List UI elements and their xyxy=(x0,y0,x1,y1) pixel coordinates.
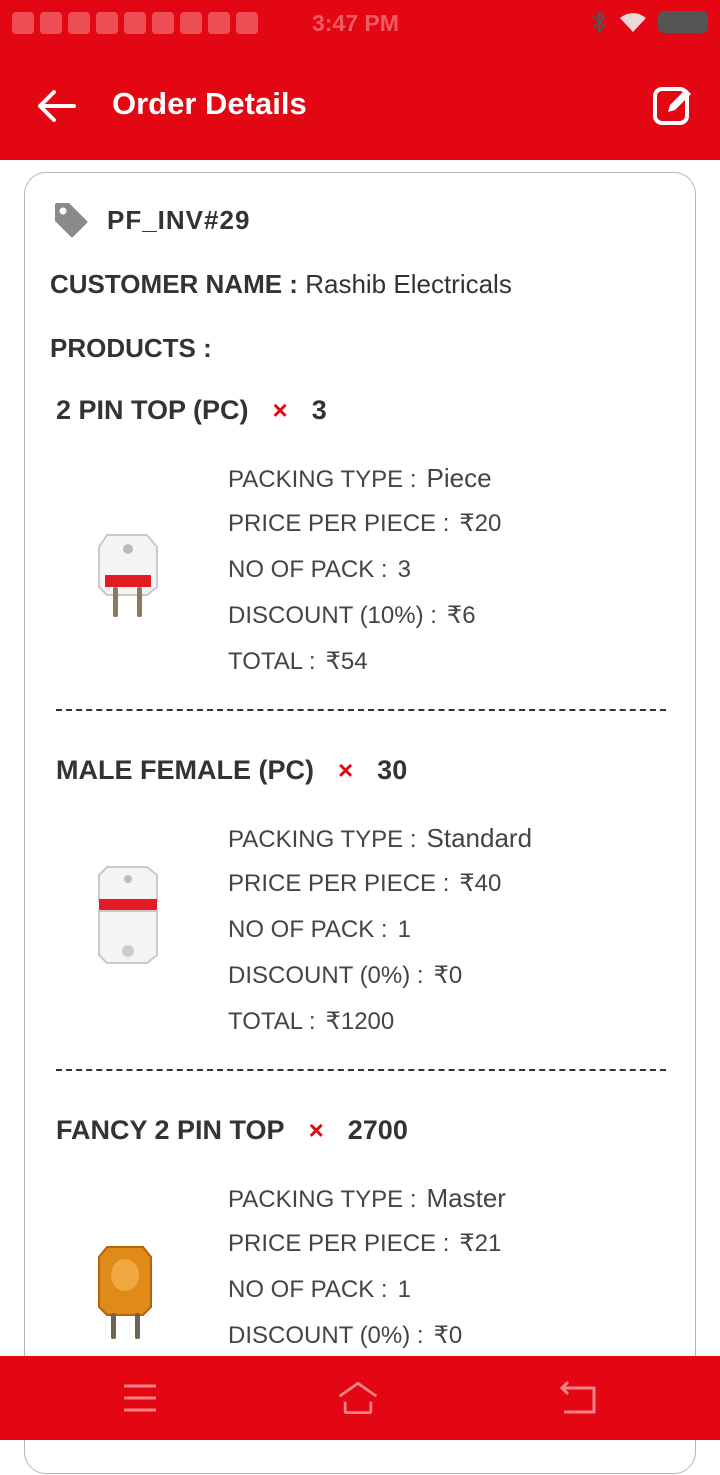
discount-row: DISCOUNT (0%) : ₹0 xyxy=(228,1313,506,1359)
packing-type-row: PACKING TYPE : Standard xyxy=(228,815,532,861)
product-quantity: 2700 xyxy=(347,1115,408,1145)
no-of-pack-row: NO OF PACK : 3 xyxy=(228,547,501,593)
packing-type-row: PACKING TYPE : Piece xyxy=(228,455,501,501)
product-header: FANCY 2 PIN TOP × 2700 xyxy=(56,1115,408,1146)
discount-value: ₹0 xyxy=(433,1322,463,1349)
product-details: PACKING TYPE : Piece PRICE PER PIECE : ₹20… xyxy=(228,455,501,685)
discount-value: ₹0 xyxy=(433,962,463,989)
packing-type-value: Piece xyxy=(426,463,492,493)
order-card: PF_INV#29 CUSTOMER NAME : Rashib Electri… xyxy=(24,172,696,1474)
discount-value: ₹6 xyxy=(446,602,476,629)
no-of-pack-row: NO OF PACK : 1 xyxy=(228,1267,506,1313)
no-of-pack-value: 1 xyxy=(397,1276,411,1303)
packing-type-value: Master xyxy=(426,1183,506,1213)
back-icon[interactable] xyxy=(556,1378,600,1418)
notification-icon xyxy=(236,12,258,34)
customer-label: CUSTOMER NAME : xyxy=(50,269,298,299)
product-name: 2 PIN TOP (PC) xyxy=(56,395,249,425)
customer-name: Rashib Electricals xyxy=(305,269,512,299)
product-header: MALE FEMALE (PC) × 30 xyxy=(56,755,407,786)
packing-type-label: PACKING TYPE : xyxy=(228,466,417,493)
product-quantity: 30 xyxy=(377,755,408,785)
no-of-pack-value: 1 xyxy=(397,916,411,943)
product-name: FANCY 2 PIN TOP xyxy=(56,1115,285,1145)
no-of-pack-label: NO OF PACK : xyxy=(228,1276,388,1303)
product-quantity: 3 xyxy=(311,395,327,425)
total-label: TOTAL : xyxy=(228,648,316,675)
price-row: PRICE PER PIECE : ₹21 xyxy=(228,1221,506,1267)
no-of-pack-value: 3 xyxy=(397,556,411,583)
product-image xyxy=(98,866,158,964)
app-bar: Order Details xyxy=(0,50,720,160)
bluetooth-icon xyxy=(592,10,606,34)
notification-icon xyxy=(96,12,118,34)
total-row: TOTAL : ₹1200 xyxy=(228,999,532,1045)
notification-icon xyxy=(40,12,62,34)
status-right xyxy=(590,10,708,34)
discount-label: DISCOUNT (0%) : xyxy=(228,962,424,989)
menu-icon[interactable] xyxy=(118,1378,162,1418)
notification-icon xyxy=(68,12,90,34)
products-label: PRODUCTS : xyxy=(50,333,212,363)
product-image xyxy=(98,1246,152,1339)
multiply-icon: × xyxy=(308,1115,324,1145)
divider xyxy=(56,709,666,711)
product-item: 2 PIN TOP (PC) × 3 PACKING TYPE : Piece P… xyxy=(25,395,695,755)
price-row: PRICE PER PIECE : ₹40 xyxy=(228,861,532,907)
notification-icons xyxy=(12,12,258,34)
multiply-icon: × xyxy=(272,395,288,425)
notification-icon xyxy=(12,12,34,34)
notification-icon xyxy=(208,12,230,34)
no-of-pack-label: NO OF PACK : xyxy=(228,916,388,943)
status-bar: 3:47 PM xyxy=(0,0,720,50)
multiply-icon: × xyxy=(337,755,354,785)
invoice-number: PF_INV#29 xyxy=(107,204,251,235)
notification-icon xyxy=(180,12,202,34)
customer-row: CUSTOMER NAME : Rashib Electricals xyxy=(50,269,512,300)
price-label: PRICE PER PIECE : xyxy=(228,870,450,897)
packing-type-label: PACKING TYPE : xyxy=(228,826,417,853)
packing-type-row: PACKING TYPE : Master xyxy=(228,1175,506,1221)
back-button[interactable] xyxy=(34,86,78,126)
discount-row: DISCOUNT (10%) : ₹6 xyxy=(228,593,501,639)
product-image xyxy=(98,534,158,617)
no-of-pack-row: NO OF PACK : 1 xyxy=(228,907,532,953)
product-name: MALE FEMALE (PC) xyxy=(56,755,314,785)
notification-icon xyxy=(152,12,174,34)
price-value: ₹21 xyxy=(459,1230,502,1257)
product-details: PACKING TYPE : Master PRICE PER PIECE : ₹2… xyxy=(228,1175,506,1359)
battery-icon xyxy=(658,11,708,33)
product-header: 2 PIN TOP (PC) × 3 xyxy=(56,395,327,426)
discount-row: DISCOUNT (0%) : ₹0 xyxy=(228,953,532,999)
total-row: TOTAL : ₹54 xyxy=(228,639,501,685)
home-icon[interactable] xyxy=(336,1378,380,1418)
edit-button[interactable] xyxy=(652,84,694,126)
price-row: PRICE PER PIECE : ₹20 xyxy=(228,501,501,547)
price-value: ₹40 xyxy=(459,870,502,897)
price-value: ₹20 xyxy=(459,510,502,537)
packing-type-value: Standard xyxy=(426,823,533,853)
status-time: 3:47 PM xyxy=(312,10,399,36)
discount-label: DISCOUNT (0%) : xyxy=(228,1322,424,1349)
price-label: PRICE PER PIECE : xyxy=(228,510,450,537)
invoice-row: PF_INV#29 xyxy=(53,201,250,239)
total-value: ₹1200 xyxy=(325,1008,395,1035)
packing-type-label: PACKING TYPE : xyxy=(228,1186,417,1213)
wifi-icon xyxy=(620,13,646,32)
product-details: PACKING TYPE : Standard PRICE PER PIECE :… xyxy=(228,815,532,1045)
product-item: MALE FEMALE (PC) × 30 PACKING TYPE : Stan… xyxy=(25,755,695,1115)
total-value: ₹54 xyxy=(325,648,368,675)
no-of-pack-label: NO OF PACK : xyxy=(228,556,388,583)
page-title: Order Details xyxy=(112,86,307,121)
divider xyxy=(56,1069,666,1071)
tag-icon xyxy=(55,203,88,238)
total-label: TOTAL : xyxy=(228,1008,316,1035)
notification-icon xyxy=(124,12,146,34)
discount-label: DISCOUNT (10%) : xyxy=(228,602,437,629)
price-label: PRICE PER PIECE : xyxy=(228,1230,450,1257)
system-nav-bar xyxy=(0,1356,720,1440)
